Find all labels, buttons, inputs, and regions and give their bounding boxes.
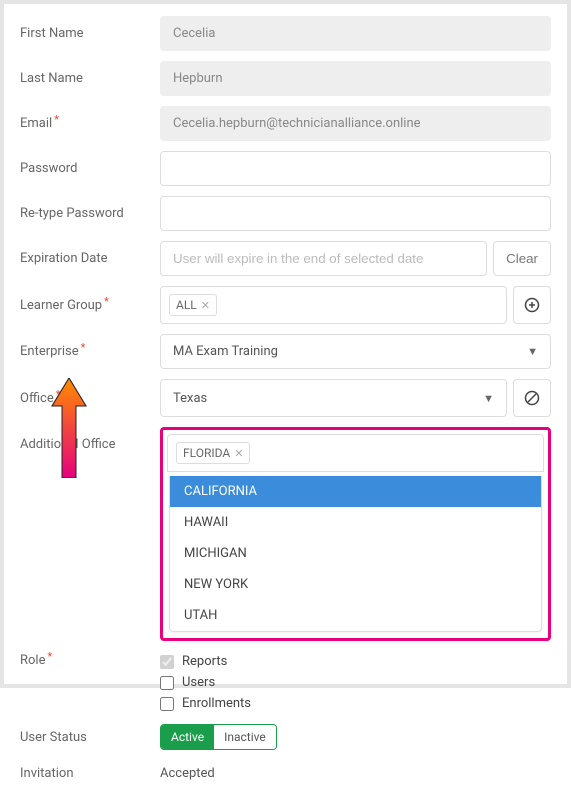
expiration-date-label: Expiration Date (20, 251, 160, 266)
learner-group-tag-label: ALL (176, 298, 197, 312)
learner-group-tag[interactable]: ALL ✕ (169, 294, 217, 316)
dropdown-option[interactable]: HAWAII (170, 507, 541, 538)
checkbox-label: Reports (182, 654, 227, 669)
last-name-label: Last Name (20, 71, 160, 86)
checkbox-input[interactable] (160, 697, 174, 711)
retype-password-input[interactable] (160, 196, 551, 231)
chevron-down-icon: ▼ (483, 392, 494, 405)
remove-tag-icon[interactable]: ✕ (201, 299, 210, 312)
plus-circle-icon (524, 297, 540, 313)
office-value: Texas (173, 391, 207, 406)
remove-tag-icon[interactable]: ✕ (234, 447, 243, 460)
checkbox-input[interactable] (160, 676, 174, 690)
add-learner-group-button[interactable] (513, 286, 551, 324)
additional-office-tag[interactable]: FLORIDA ✕ (176, 442, 250, 464)
office-label: Office (20, 391, 160, 406)
learner-group-label: Learner Group (20, 298, 160, 313)
checkbox-enrollments[interactable]: Enrollments (160, 693, 551, 714)
enterprise-value: MA Exam Training (173, 344, 278, 359)
expiration-date-input[interactable] (160, 241, 487, 276)
additional-office-label: Additional Office (20, 427, 160, 452)
retype-password-label: Re-type Password (20, 206, 160, 221)
role-label: Role (20, 651, 160, 668)
invitation-value: Accepted (160, 760, 215, 787)
user-status-label: User Status (20, 730, 160, 745)
password-label: Password (20, 161, 160, 176)
password-input[interactable] (160, 151, 551, 186)
status-inactive-button[interactable]: Inactive (214, 725, 276, 749)
learner-group-input[interactable]: ALL ✕ (160, 286, 507, 324)
additional-office-dropdown: CALIFORNIA HAWAII MICHIGAN NEW YORK UTAH (169, 476, 542, 632)
dropdown-option[interactable]: UTAH (170, 600, 541, 631)
last-name-field: Hepburn (160, 61, 551, 96)
first-name-field: Cecelia (160, 16, 551, 51)
clear-button[interactable]: Clear (493, 241, 551, 276)
checkbox-input[interactable] (160, 655, 174, 669)
additional-office-tag-label: FLORIDA (183, 446, 230, 460)
email-label: Email (20, 116, 160, 131)
office-select[interactable]: Texas ▼ (160, 379, 507, 417)
dropdown-option[interactable]: MICHIGAN (170, 538, 541, 569)
first-name-label: First Name (20, 26, 160, 41)
invitation-label: Invitation (20, 766, 160, 781)
enterprise-label: Enterprise (20, 344, 160, 359)
checkbox-reports[interactable]: Reports (160, 651, 551, 672)
chevron-down-icon: ▼ (527, 345, 538, 358)
additional-office-highlight: FLORIDA ✕ CALIFORNIA HAWAII MICHIGAN NEW… (160, 427, 551, 641)
checkbox-label: Enrollments (182, 696, 251, 711)
checkbox-users[interactable]: Users (160, 672, 551, 693)
enterprise-select[interactable]: MA Exam Training ▼ (160, 334, 551, 369)
email-field: Cecelia.hepburn@technicianalliance.onlin… (160, 106, 551, 141)
status-active-button[interactable]: Active (161, 725, 214, 749)
cancel-icon (524, 390, 540, 406)
additional-office-input[interactable]: FLORIDA ✕ (167, 434, 544, 472)
clear-office-button[interactable] (513, 379, 551, 417)
dropdown-option[interactable]: CALIFORNIA (170, 476, 541, 507)
dropdown-option[interactable]: NEW YORK (170, 569, 541, 600)
user-status-toggle: Active Inactive (160, 724, 277, 750)
